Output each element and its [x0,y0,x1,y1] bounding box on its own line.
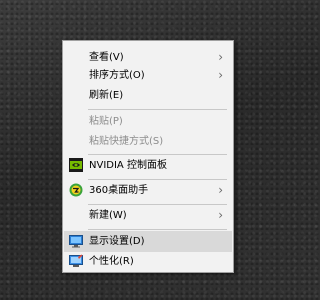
menu-item-label: 排序方式(O) [89,70,145,81]
menu-item-refresh[interactable]: 刷新(E) [64,85,232,106]
menu-separator [88,109,227,110]
menu-separator [88,229,227,230]
menu-item-new[interactable]: 新建(W) › [64,205,232,226]
menu-item-label: 个性化(R) [89,256,134,267]
menu-item-360-desktop-assistant[interactable]: 360桌面助手 › [64,180,232,201]
menu-item-label: NVIDIA 控制面板 [89,160,167,171]
context-menu: 查看(V) › 排序方式(O) › 刷新(E) 粘贴(P) 粘贴快捷方式(S) [62,40,234,273]
menu-item-paste-shortcut: 粘贴快捷方式(S) [64,131,232,152]
personalize-icon [69,254,83,268]
menu-item-display-settings[interactable]: 显示设置(D) [64,231,232,252]
menu-item-label: 粘贴快捷方式(S) [89,136,164,147]
menu-item-label: 显示设置(D) [89,236,145,247]
360-assistant-icon [69,183,83,197]
nvidia-icon [69,158,83,172]
menu-item-label: 新建(W) [89,210,127,221]
menu-item-paste: 粘贴(P) [64,111,232,132]
menu-item-label: 刷新(E) [89,90,124,101]
chevron-right-icon: › [218,68,223,82]
menu-item-label: 粘贴(P) [89,116,123,127]
menu-item-label: 查看(V) [89,52,124,63]
menu-item-nvidia-control-panel[interactable]: NVIDIA 控制面板 [64,155,232,176]
desktop-background[interactable]: 查看(V) › 排序方式(O) › 刷新(E) 粘贴(P) 粘贴快捷方式(S) [0,0,300,300]
menu-item-personalize[interactable]: 个性化(R) [64,251,232,272]
chevron-right-icon: › [218,183,223,197]
chevron-right-icon: › [218,208,223,222]
menu-item-sort-by[interactable]: 排序方式(O) › [64,65,232,86]
menu-item-label: 360桌面助手 [89,185,149,196]
display-settings-icon [69,234,83,248]
